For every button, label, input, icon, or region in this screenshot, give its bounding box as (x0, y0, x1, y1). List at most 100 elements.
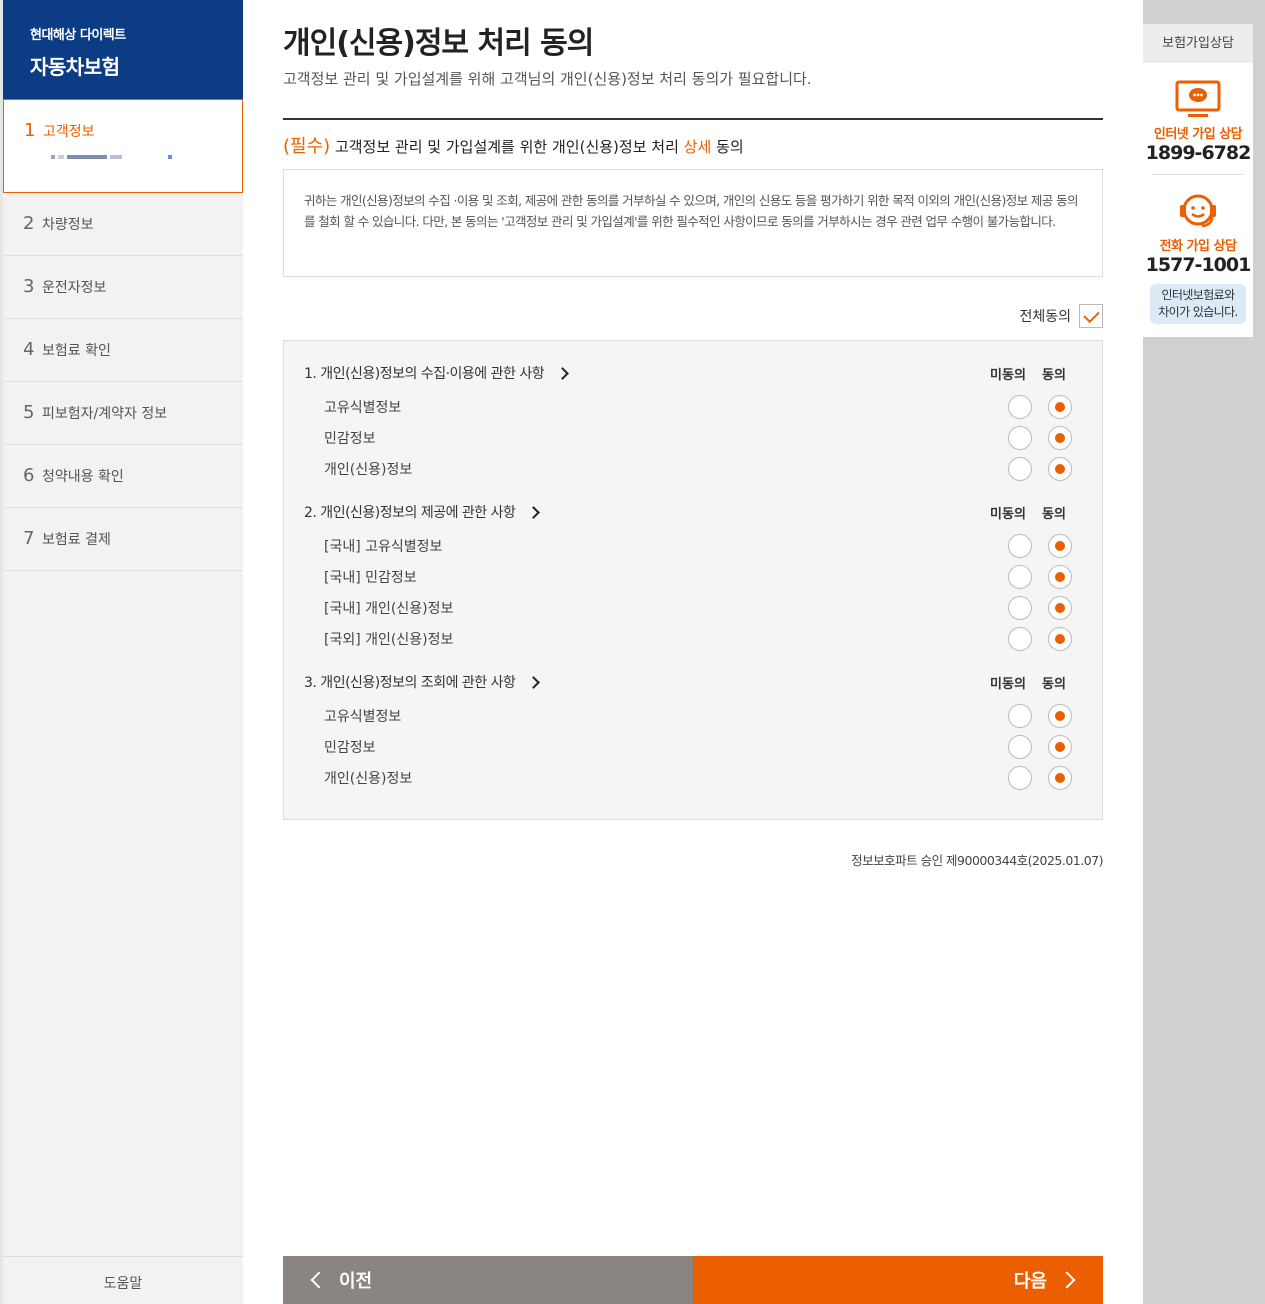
phone-consult-label[interactable]: 전화 가입 상담 (1143, 235, 1253, 254)
disagree-radio[interactable] (1008, 425, 1032, 450)
detail-link[interactable]: 상세 (684, 138, 712, 156)
section-title[interactable]: 1. 개인(신용)정보의 수집·이용에 관한 사항 (304, 363, 569, 383)
next-button[interactable]: 다음 (693, 1256, 1103, 1304)
step-item-review[interactable]: 6 청약내용 확인 (3, 445, 243, 508)
consent-item: 민감정보 (304, 731, 1072, 762)
disagree-radio[interactable] (1008, 533, 1032, 558)
disagree-radio[interactable] (1008, 765, 1032, 790)
chevron-left-icon (310, 1271, 328, 1289)
step-item-customer[interactable]: 1 고객정보 (3, 99, 243, 193)
brand-product: 자동차보험 (30, 55, 120, 79)
step-number: 4 (23, 339, 35, 360)
step-number: 5 (23, 402, 35, 423)
consent-item: [국내] 개인(신용)정보 (304, 592, 1072, 623)
disagree-radio[interactable] (1008, 626, 1032, 651)
item-label: 고유식별정보 (324, 708, 402, 725)
consent-section: 2. 개인(신용)정보의 제공에 관한 사항 미동의 동의 [국내] 고유식별정보… (304, 500, 1072, 654)
brand-header[interactable]: 현대해상 다이렉트 자동차보험 (3, 0, 243, 99)
phone-consult-number: 1577-1001 (1145, 254, 1252, 276)
step-number: 6 (23, 465, 35, 486)
agree-radio[interactable] (1048, 425, 1072, 450)
chevron-right-icon[interactable] (527, 675, 541, 689)
chevron-right-icon[interactable] (556, 366, 569, 380)
section-title-text: 3. 개인(신용)정보의 조회에 관한 사항 (304, 675, 516, 691)
section-title-text: 1. 개인(신용)정보의 수집·이용에 관한 사항 (304, 366, 545, 382)
disagree-radio[interactable] (1008, 456, 1032, 481)
section-title[interactable]: 3. 개인(신용)정보의 조회에 관한 사항 (304, 672, 541, 692)
item-label: 민감정보 (324, 739, 376, 756)
consent-item: 개인(신용)정보 (304, 762, 1072, 793)
step-list: 1 고객정보 2 차량정보 3 운전자정보 4 보험료 확인 5 피보험자/계약… (3, 99, 243, 571)
section-title[interactable]: 2. 개인(신용)정보의 제공에 관한 사항 (304, 502, 541, 522)
agree-radio[interactable] (1048, 456, 1072, 481)
prev-button[interactable]: 이전 (283, 1256, 693, 1304)
col-disagree: 미동의 (990, 506, 1026, 522)
step-label: 피보험자/계약자 정보 (42, 406, 168, 422)
step-label: 차량정보 (42, 217, 94, 233)
step-item-vehicle[interactable]: 2 차량정보 (3, 193, 243, 256)
price-note-line2: 차이가 있습니다. (1158, 305, 1238, 319)
page-subtitle: 고객정보 관리 및 가입설계를 위해 고객님의 개인(신용)정보 처리 동의가 … (283, 70, 812, 88)
disagree-radio[interactable] (1008, 734, 1032, 759)
agree-all[interactable]: 전체동의 (283, 304, 1103, 328)
step-item-driver[interactable]: 3 운전자정보 (3, 256, 243, 319)
consent-item: [국외] 개인(신용)정보 (304, 623, 1072, 654)
agree-all-checkbox[interactable] (1079, 304, 1103, 328)
col-agree: 동의 (1042, 676, 1066, 692)
section-title-text: 2. 개인(신용)정보의 제공에 관한 사항 (304, 505, 516, 521)
step-item-payment[interactable]: 7 보험료 결제 (3, 508, 243, 571)
internet-consult-number: 1899-6782 (1145, 142, 1252, 164)
step-item-premium[interactable]: 4 보험료 확인 (3, 319, 243, 382)
item-label: 개인(신용)정보 (324, 461, 413, 478)
agree-radio[interactable] (1048, 595, 1072, 620)
sidebar: 현대해상 다이렉트 자동차보험 1 고객정보 2 차량정보 3 운전자정보 4 … (0, 0, 243, 1304)
item-label: 고유식별정보 (324, 399, 402, 416)
required-text-end: 동의 (716, 138, 744, 156)
disagree-radio[interactable] (1008, 394, 1032, 419)
consent-item: 고유식별정보 (304, 700, 1072, 731)
item-label: [국내] 개인(신용)정보 (324, 600, 454, 617)
divider (1152, 174, 1244, 175)
item-label: [국외] 개인(신용)정보 (324, 631, 454, 648)
internet-consult-label[interactable]: 인터넷 가입 상담 (1143, 123, 1253, 142)
consent-item: 민감정보 (304, 422, 1072, 453)
step-number: 1 (24, 120, 36, 141)
consent-item: 개인(신용)정보 (304, 453, 1072, 484)
agree-radio[interactable] (1048, 734, 1072, 759)
headset-agent-icon (1180, 194, 1216, 228)
agree-radio[interactable] (1048, 626, 1072, 651)
approval-text: 정보보호파트 승인 제90000344호(2025.01.07) (851, 853, 1103, 868)
agree-radio[interactable] (1048, 765, 1072, 790)
price-note-line1: 인터넷보험료와 (1161, 288, 1235, 302)
consent-section: 1. 개인(신용)정보의 수집·이용에 관한 사항 미동의 동의 고유식별정보 민… (304, 361, 1072, 484)
step-progress-dots (51, 155, 172, 159)
required-heading: (필수) 고객정보 관리 및 가입설계를 위한 개인(신용)정보 처리 상세 동… (283, 132, 1103, 158)
help-link[interactable]: 도움말 (3, 1256, 243, 1304)
disagree-radio[interactable] (1008, 564, 1032, 589)
main-content: 개인(신용)정보 처리 동의 고객정보 관리 및 가입설계를 위해 고객님의 개… (243, 0, 1143, 1304)
prev-label: 이전 (339, 1271, 373, 1292)
agree-radio[interactable] (1048, 564, 1072, 589)
consent-notice: 귀하는 개인(신용)정보의 수집 ·이용 및 조회, 제공에 관한 동의를 거부… (283, 169, 1103, 277)
consent-section: 3. 개인(신용)정보의 조회에 관한 사항 미동의 동의 고유식별정보 민감정보… (304, 670, 1072, 793)
step-item-insured[interactable]: 5 피보험자/계약자 정보 (3, 382, 243, 445)
agree-radio[interactable] (1048, 703, 1072, 728)
next-label: 다음 (1013, 1271, 1047, 1292)
consent-item: [국내] 민감정보 (304, 561, 1072, 592)
disagree-radio[interactable] (1008, 703, 1032, 728)
item-label: [국내] 민감정보 (324, 569, 417, 586)
disagree-radio[interactable] (1008, 595, 1032, 620)
chevron-right-icon[interactable] (527, 505, 541, 519)
required-tag: (필수) (283, 136, 331, 157)
consent-item: [국내] 고유식별정보 (304, 530, 1072, 561)
price-note-badge: 인터넷보험료와 차이가 있습니다. (1150, 284, 1246, 324)
step-label: 청약내용 확인 (42, 469, 124, 485)
agree-radio[interactable] (1048, 533, 1072, 558)
chevron-right-icon (1058, 1271, 1076, 1289)
step-label: 고객정보 (43, 124, 95, 140)
agree-radio[interactable] (1048, 394, 1072, 419)
chat-monitor-icon (1175, 80, 1221, 117)
step-number: 7 (23, 528, 35, 549)
agree-all-label: 전체동의 (1019, 309, 1071, 325)
col-agree: 동의 (1042, 506, 1066, 522)
